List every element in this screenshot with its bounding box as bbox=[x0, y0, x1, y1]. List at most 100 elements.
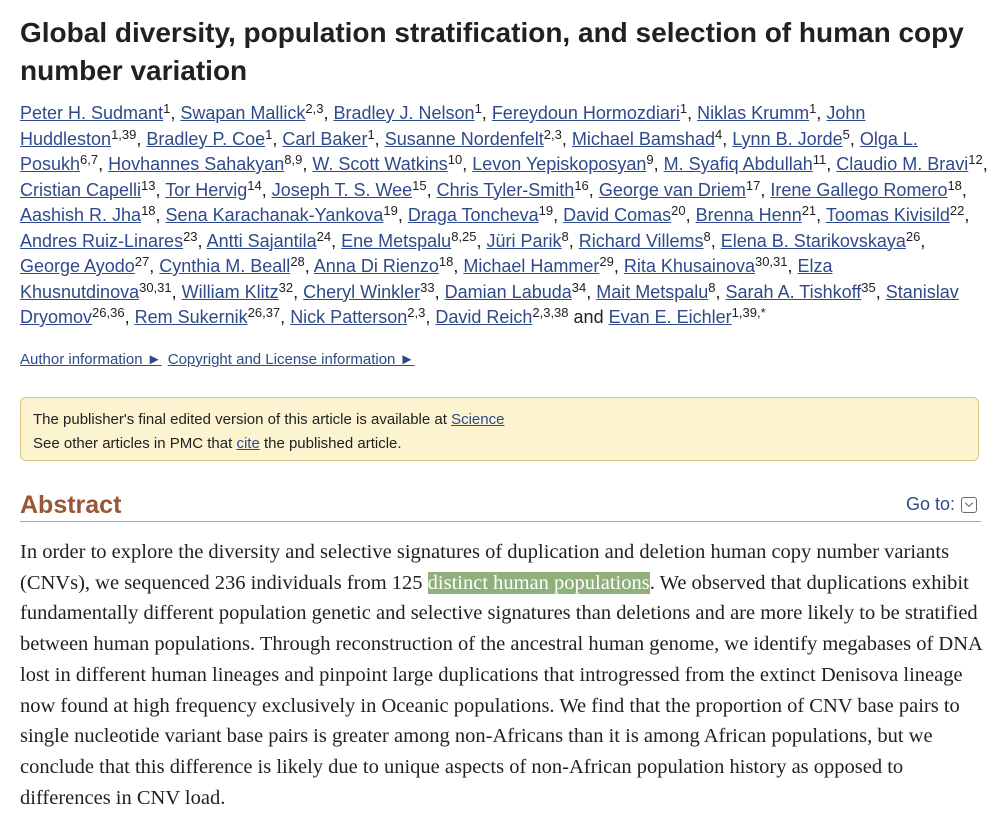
author-link[interactable]: Evan E. Eichler bbox=[609, 307, 732, 327]
author-link[interactable]: Aashish R. Jha bbox=[20, 205, 141, 225]
author-link[interactable]: Elena B. Starikovskaya bbox=[721, 231, 906, 251]
author-affiliation: 8 bbox=[708, 279, 716, 295]
author-affiliation: 1 bbox=[163, 101, 171, 116]
author-link[interactable]: Bradley J. Nelson bbox=[333, 103, 474, 123]
author-link[interactable]: Andres Ruiz-Linares bbox=[20, 231, 183, 251]
publisher-notice: The publisher's final edited version of … bbox=[20, 397, 979, 461]
author-affiliation: 12 bbox=[968, 152, 983, 167]
author-link[interactable]: Michael Hammer bbox=[463, 256, 599, 276]
author-link[interactable]: George Ayodo bbox=[20, 256, 135, 276]
author-affiliation: 11 bbox=[812, 152, 827, 167]
author-affiliation: 24 bbox=[316, 228, 332, 244]
author-link[interactable]: Draga Toncheva bbox=[408, 205, 539, 225]
author-link[interactable]: Tor Hervig bbox=[165, 180, 247, 200]
cite-link[interactable]: cite bbox=[236, 435, 259, 452]
author-affiliation: 13 bbox=[141, 177, 156, 193]
author-link[interactable]: George van Driem bbox=[599, 180, 746, 200]
abstract-header: Abstract Go to: bbox=[20, 489, 981, 522]
science-link[interactable]: Science bbox=[451, 411, 504, 428]
author-link[interactable]: W. Scott Watkins bbox=[312, 154, 447, 174]
author-affiliation: 19 bbox=[538, 203, 554, 218]
author-affiliation: 9 bbox=[646, 152, 654, 167]
goto-label: Go to: bbox=[905, 494, 955, 514]
author-affiliation: 29 bbox=[599, 254, 614, 269]
author-link[interactable]: Mait Metspalu bbox=[596, 282, 708, 302]
author-affiliation: 1 bbox=[679, 101, 688, 116]
author-link[interactable]: Damian Labuda bbox=[445, 282, 572, 302]
author-link[interactable]: Peter H. Sudmant bbox=[20, 103, 163, 123]
author-affiliation: 14 bbox=[247, 177, 262, 193]
author-affiliation: 2,3 bbox=[305, 101, 324, 116]
author-link[interactable]: Joseph T. S. Wee bbox=[272, 180, 412, 200]
notice-line-2: See other articles in PMC that cite the … bbox=[33, 432, 966, 456]
chevron-down-icon[interactable] bbox=[961, 496, 977, 513]
author-affiliation: 2,3,38 bbox=[532, 305, 569, 320]
author-link[interactable]: Irene Gallego Romero bbox=[770, 180, 947, 200]
author-link[interactable]: Claudio M. Bravi bbox=[836, 154, 968, 174]
author-list: Peter H. Sudmant1, Swapan Mallick2,3, Br… bbox=[20, 101, 988, 327]
author-affiliation: 27 bbox=[134, 254, 150, 269]
author-affiliation: 18 bbox=[141, 203, 156, 218]
highlighted-text: distinct human populations bbox=[427, 571, 650, 594]
author-information-link[interactable]: Author information ► bbox=[20, 351, 162, 368]
author-affiliation: 1 bbox=[474, 101, 482, 116]
author-affiliation: 5 bbox=[842, 126, 850, 142]
author-link[interactable]: Jüri Parik bbox=[487, 231, 562, 251]
author-affiliation: 35 bbox=[861, 279, 876, 295]
author-link[interactable]: M. Syafiq Abdullah bbox=[664, 154, 813, 174]
author-link[interactable]: Lynn B. Jorde bbox=[732, 129, 842, 149]
author-link[interactable]: Cristian Capelli bbox=[20, 180, 141, 200]
author-link[interactable]: Antti Sajantila bbox=[207, 231, 317, 251]
author-link[interactable]: Chris Tyler-Smith bbox=[437, 180, 575, 200]
author-link[interactable]: Levon Yepiskoposyan bbox=[472, 154, 646, 174]
author-link[interactable]: David Comas bbox=[563, 205, 671, 225]
author-affiliation: 17 bbox=[745, 177, 761, 193]
author-affiliation: 1 bbox=[809, 101, 817, 116]
author-link[interactable]: Hovhannes Sahakyan bbox=[108, 154, 284, 174]
notice-line-1: The publisher's final edited version of … bbox=[33, 408, 966, 432]
author-affiliation: 1 bbox=[367, 126, 375, 142]
author-link[interactable]: William Klitz bbox=[182, 282, 279, 302]
copyright-license-link[interactable]: Copyright and License information ► bbox=[168, 351, 415, 368]
author-affiliation: 1 bbox=[265, 126, 273, 142]
author-link[interactable]: Rita Khusainova bbox=[624, 256, 755, 276]
abstract-heading: Abstract bbox=[20, 491, 122, 519]
author-link[interactable]: Fereydoun Hormozdiari bbox=[492, 103, 680, 123]
author-affiliation: 26,36 bbox=[92, 305, 125, 320]
article-page: Global diversity, population stratificat… bbox=[0, 0, 1003, 832]
author-affiliation: 22 bbox=[949, 203, 965, 218]
author-link[interactable]: Niklas Krumm bbox=[697, 103, 809, 123]
author-link[interactable]: Cheryl Winkler bbox=[303, 282, 420, 302]
author-link[interactable]: Cynthia M. Beall bbox=[159, 256, 290, 276]
author-link[interactable]: Toomas Kivisild bbox=[826, 205, 950, 225]
author-affiliation: 8 bbox=[703, 228, 711, 244]
author-affiliation: 26 bbox=[905, 228, 921, 244]
author-link[interactable]: Nick Patterson bbox=[290, 307, 407, 327]
author-link[interactable]: Brenna Henn bbox=[696, 205, 802, 225]
info-links: Author information ► Copyright and Licen… bbox=[20, 351, 416, 369]
author-link[interactable]: Anna Di Rienzo bbox=[314, 256, 439, 276]
author-affiliation: 6,7 bbox=[80, 152, 99, 167]
author-affiliation: 10 bbox=[447, 152, 463, 167]
author-affiliation: 2,3 bbox=[407, 305, 426, 320]
author-link[interactable]: Rem Sukernik bbox=[135, 307, 248, 327]
author-affiliation: 26,37 bbox=[247, 305, 281, 320]
author-affiliation: 8,25 bbox=[451, 228, 477, 244]
author-link[interactable]: Carl Baker bbox=[282, 129, 367, 149]
author-link[interactable]: Ene Metspalu bbox=[341, 231, 451, 251]
author-affiliation: 34 bbox=[571, 279, 587, 295]
author-affiliation: 1,39,* bbox=[731, 305, 766, 320]
author-link[interactable]: Richard Villems bbox=[579, 231, 704, 251]
author-affiliation: 4 bbox=[714, 126, 723, 142]
goto-menu[interactable]: Go to: bbox=[906, 494, 977, 515]
author-affiliation: 30,31 bbox=[139, 279, 172, 295]
author-link[interactable]: Susanne Nordenfelt bbox=[385, 129, 544, 149]
author-affiliation: 28 bbox=[290, 254, 305, 269]
author-conjunction: and bbox=[573, 307, 604, 327]
author-link[interactable]: Swapan Mallick bbox=[180, 103, 305, 123]
author-link[interactable]: David Reich bbox=[435, 307, 532, 327]
author-link[interactable]: Sarah A. Tishkoff bbox=[726, 282, 862, 302]
author-link[interactable]: Sena Karachanak-Yankova bbox=[166, 205, 384, 225]
author-link[interactable]: Bradley P. Coe bbox=[146, 129, 265, 149]
author-link[interactable]: Michael Bamshad bbox=[572, 129, 715, 149]
